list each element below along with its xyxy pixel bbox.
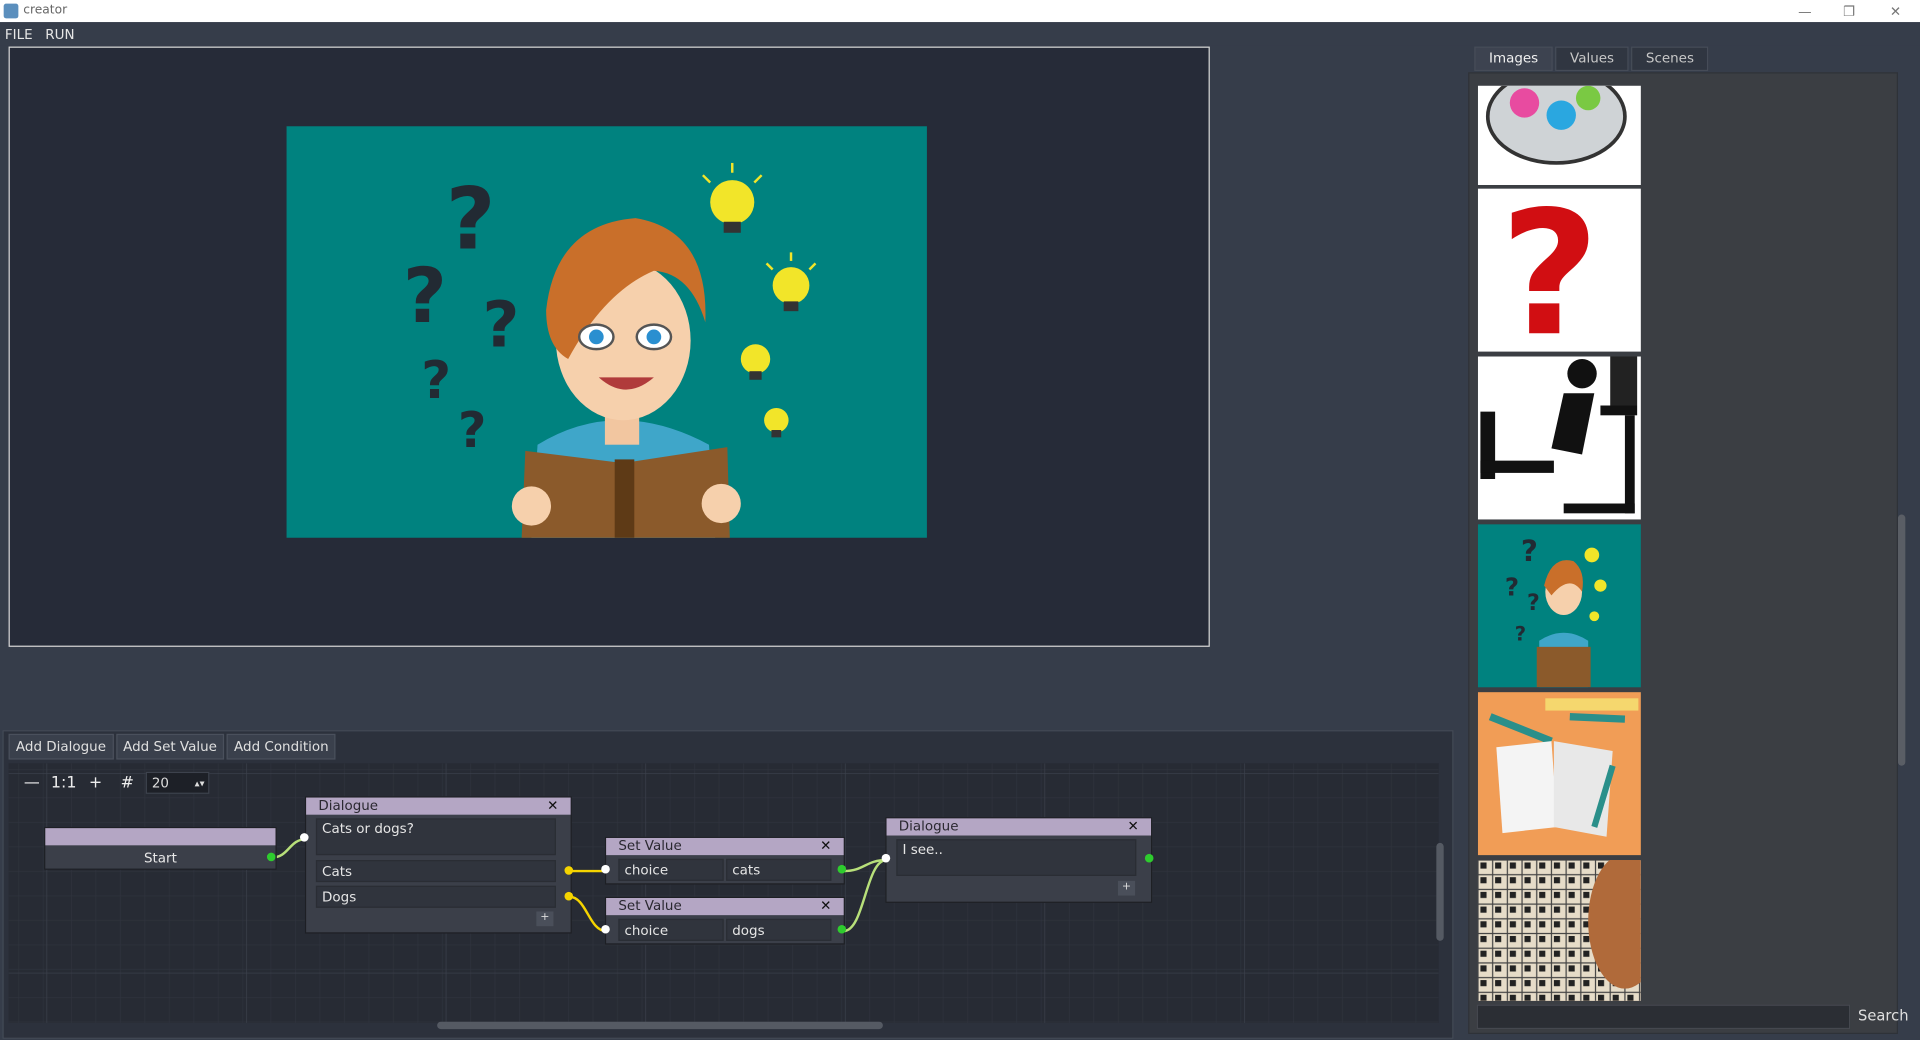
tab-images[interactable]: Images [1474, 46, 1553, 72]
svg-text:?: ? [446, 170, 496, 270]
notebook-icon [1488, 698, 1639, 837]
close-icon[interactable]: ✕ [820, 838, 831, 855]
sidebar-tabs: Images Values Scenes [1474, 46, 1709, 72]
graph-grid [8, 763, 1439, 1023]
window-title: creator [23, 3, 68, 18]
zoom-reset-button[interactable]: 1:1 [50, 771, 77, 796]
set-value-2-title: Set Value [618, 897, 682, 914]
add-choice-button[interactable]: + [536, 911, 554, 927]
image-thumb-quiz[interactable] [1477, 85, 1641, 185]
dialogue-node-2[interactable]: Dialogue ✕ I see.. + [885, 817, 1153, 903]
set-value-1-key[interactable]: choice [618, 858, 724, 881]
graph-vertical-scrollbar[interactable] [1436, 842, 1444, 941]
image-list: ? ???? [1468, 72, 1898, 1034]
editor-toolbar: Add Dialogue Add Set Value Add Condition [8, 733, 337, 760]
set-value-2-input-port[interactable] [601, 924, 610, 934]
svg-text:?: ? [1527, 591, 1540, 616]
dialogue-1-text[interactable]: Cats or dogs? [315, 818, 556, 856]
dialogue-node-1[interactable]: Dialogue ✕ Cats or dogs? Cats Dogs + [304, 796, 572, 934]
svg-text:?: ? [1500, 189, 1599, 352]
choice-cats[interactable]: Cats [315, 860, 556, 883]
dialogue-2-text[interactable]: I see.. [896, 839, 1137, 876]
menu-run[interactable]: RUN [45, 27, 74, 43]
red-question-icon: ? [1500, 189, 1599, 352]
svg-text:?: ? [1505, 572, 1519, 601]
start-output-port[interactable] [266, 852, 276, 862]
set-value-1-title: Set Value [618, 837, 682, 854]
app-icon [3, 3, 19, 19]
dialogue-1-input-port[interactable] [300, 833, 309, 842]
set-value-2-key[interactable]: choice [618, 918, 724, 941]
set-value-node-1[interactable]: Set Value ✕ choice cats [604, 836, 845, 885]
set-value-1-input-port[interactable] [601, 864, 610, 874]
scene-preview: ? ? ? ? ? [8, 46, 1210, 647]
search-button[interactable]: Search [1854, 1002, 1913, 1029]
menu-bar: FILE RUN [0, 23, 1920, 46]
menu-file[interactable]: FILE [5, 27, 33, 43]
thinking-person-icon [1480, 356, 1638, 514]
graph-controls: — 1:1 + # 20 ▴▾ [18, 771, 210, 796]
choice-cats-port[interactable] [564, 866, 574, 875]
snap-distance-spinbox[interactable]: 20 ▴▾ [145, 771, 210, 794]
set-value-node-2-header[interactable]: Set Value ✕ [606, 897, 844, 916]
choice-dogs-port[interactable] [564, 891, 574, 901]
image-thumb-crossword[interactable] [1477, 860, 1641, 1001]
tab-scenes[interactable]: Scenes [1631, 46, 1709, 72]
add-dialogue-button[interactable]: Add Dialogue [8, 733, 114, 760]
svg-text:?: ? [1515, 623, 1526, 646]
choice-dogs[interactable]: Dogs [315, 885, 556, 908]
image-thumb-thinker[interactable] [1477, 356, 1641, 520]
scene-image: ? ? ? ? ? [286, 126, 927, 538]
zoom-in-button[interactable]: + [82, 771, 109, 796]
close-icon[interactable]: ✕ [1127, 818, 1138, 835]
start-node-header[interactable] [45, 828, 276, 846]
add-condition-button[interactable]: Add Condition [226, 733, 337, 760]
image-thumb-girl[interactable]: ???? [1477, 524, 1641, 688]
set-value-2-output-port[interactable] [837, 924, 847, 934]
start-node[interactable]: Start [44, 826, 277, 870]
set-value-1-value[interactable]: cats [726, 858, 832, 881]
graph-horizontal-scrollbar[interactable] [437, 1021, 883, 1030]
dialogue-node-1-title: Dialogue [318, 797, 379, 814]
set-value-1-output-port[interactable] [837, 864, 847, 874]
image-thumb-notebook[interactable] [1477, 692, 1641, 856]
tab-values[interactable]: Values [1555, 46, 1629, 72]
dialogue-2-output-port[interactable] [1144, 853, 1154, 863]
image-list-scrollbar[interactable] [1897, 514, 1906, 766]
svg-text:?: ? [458, 402, 486, 459]
graph-canvas[interactable]: — 1:1 + # 20 ▴▾ [8, 763, 1439, 1023]
girl-with-book-icon: ???? [1505, 534, 1607, 688]
dialogue-node-1-header[interactable]: Dialogue ✕ [306, 797, 571, 815]
snap-distance-value: 20 [151, 774, 169, 791]
quiz-bubble-icon [1485, 85, 1627, 165]
svg-text:?: ? [482, 289, 519, 363]
svg-text:?: ? [403, 252, 447, 340]
dialogue-node-2-title: Dialogue [898, 818, 959, 835]
set-value-2-value[interactable]: dogs [726, 918, 832, 941]
close-icon[interactable]: ✕ [820, 898, 831, 915]
set-value-node-2[interactable]: Set Value ✕ choice dogs [604, 896, 845, 945]
svg-text:?: ? [1521, 534, 1538, 568]
add-set-value-button[interactable]: Add Set Value [115, 733, 225, 760]
snap-grid-icon[interactable]: # [114, 771, 141, 796]
restore-button[interactable]: ❐ [1827, 0, 1871, 22]
dialogue-2-input-port[interactable] [881, 853, 891, 863]
set-value-node-1-header[interactable]: Set Value ✕ [606, 837, 844, 856]
zoom-out-button[interactable]: — [18, 771, 45, 796]
spin-arrows-icon[interactable]: ▴▾ [195, 777, 209, 788]
close-button[interactable]: ✕ [1873, 0, 1917, 22]
crossword-icon [1477, 860, 1641, 1001]
minimize-button[interactable]: — [1783, 0, 1827, 22]
dialogue-node-2-header[interactable]: Dialogue ✕ [886, 818, 1152, 836]
image-search-input[interactable] [1476, 1004, 1851, 1030]
add-choice-button[interactable]: + [1117, 880, 1136, 896]
svg-text:?: ? [421, 351, 451, 411]
close-icon[interactable]: ✕ [547, 798, 558, 815]
title-bar: creator — ❐ ✕ [0, 0, 1920, 23]
start-node-label: Start [143, 850, 177, 867]
image-thumb-question[interactable]: ? [1477, 188, 1641, 352]
